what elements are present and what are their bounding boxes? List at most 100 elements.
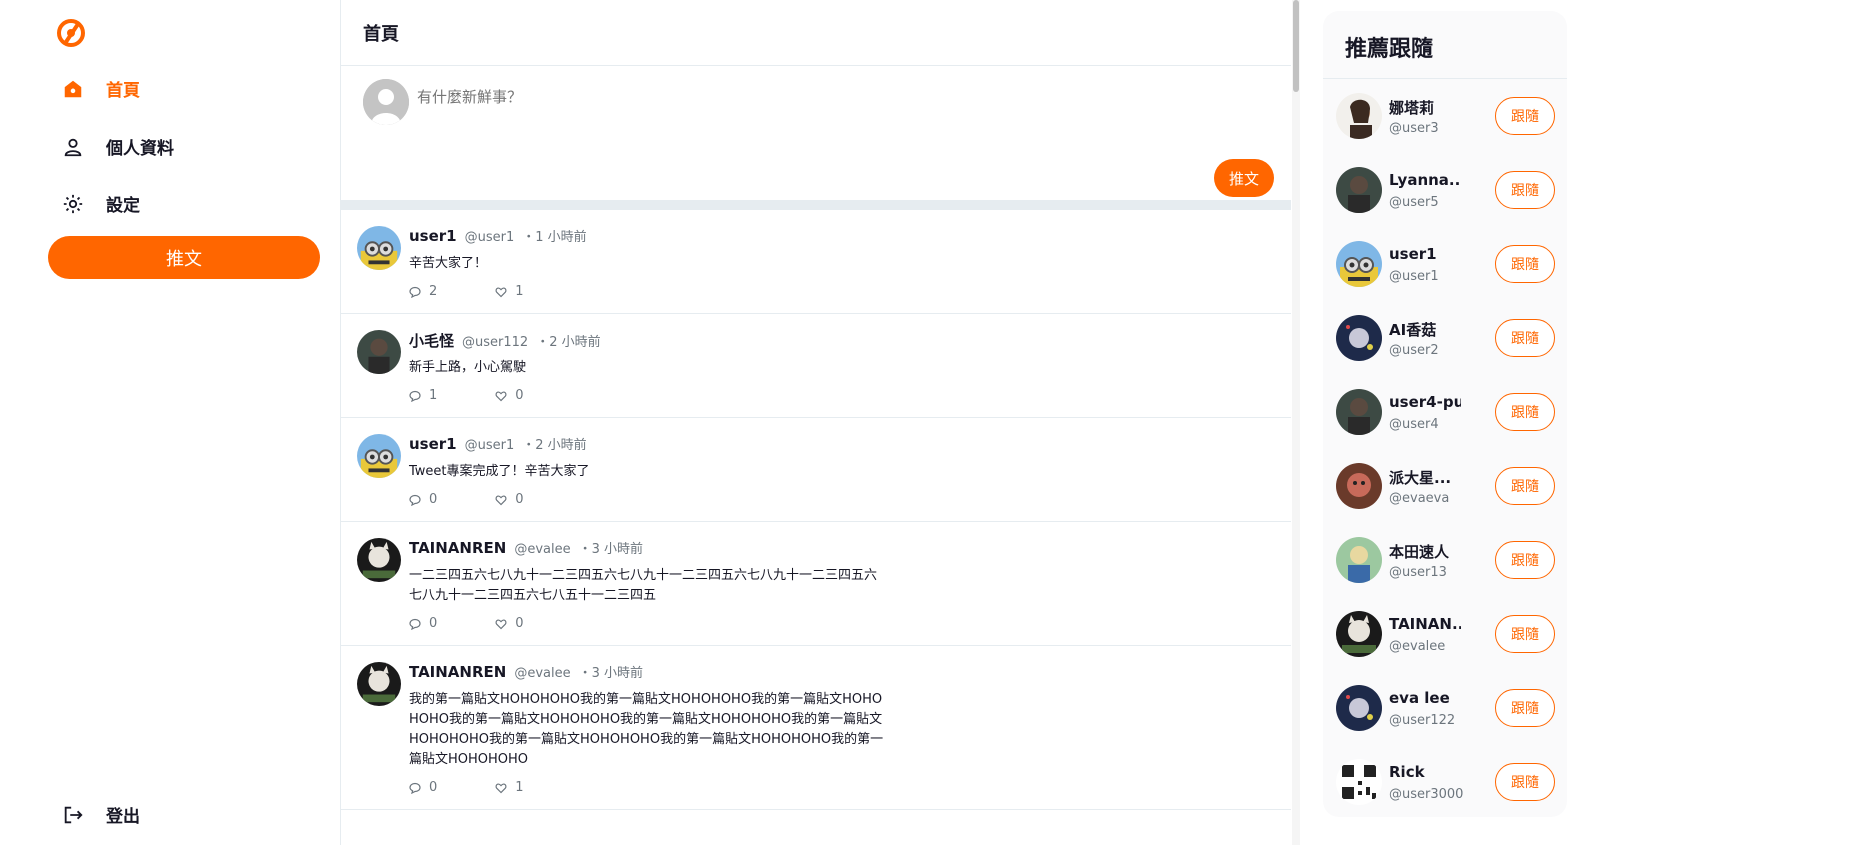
recommend-user-name[interactable]: 派大星... (1389, 467, 1461, 488)
recommend-user-name[interactable]: 本田速人 (1389, 541, 1461, 562)
left-sidebar: 首頁 個人資料 設定 推文 登出 (0, 0, 341, 845)
like-button[interactable]: 0 (495, 388, 524, 403)
follow-button[interactable]: 跟隨 (1495, 689, 1555, 727)
avatar[interactable] (357, 538, 401, 582)
reply-button[interactable]: 0 (409, 780, 437, 795)
follow-button[interactable]: 跟隨 (1495, 467, 1555, 505)
recommend-user-name[interactable]: TAINAN... (1389, 615, 1461, 633)
tweet-author-name[interactable]: user1 (409, 435, 457, 453)
recommend-list: 娜塔莉 @user3 跟隨 Lyanna... @user5 跟隨 user1 … (1323, 79, 1567, 817)
logout-button[interactable]: 登出 (62, 802, 140, 827)
avatar (363, 79, 409, 125)
avatar[interactable] (1336, 315, 1382, 361)
recommend-user-name[interactable]: user4-put (1389, 393, 1461, 411)
compose-input[interactable] (417, 88, 1017, 106)
tweet-time: ・3 小時前 (578, 666, 643, 681)
recommend-user-name[interactable]: eva lee (1389, 689, 1461, 707)
like-count: 0 (515, 616, 524, 631)
avatar[interactable] (357, 662, 401, 706)
sidebar-item-settings[interactable]: 設定 (62, 191, 140, 216)
tweet-text: 辛苦大家了！ (409, 256, 488, 271)
like-button[interactable]: 1 (495, 284, 524, 299)
recommend-user-name[interactable]: 娜塔莉 (1389, 97, 1461, 118)
tweet-item[interactable]: 小毛怪 @user112 ・2 小時前 新手上路，小心駕駛 1 0 (341, 314, 1291, 418)
tweet-handle: @user1 (464, 438, 515, 453)
recommend-panel: 推薦跟隨 娜塔莉 @user3 跟隨 Lyanna... @user5 跟隨 u… (1323, 11, 1567, 817)
sidebar-item-home[interactable]: 首頁 (62, 76, 140, 101)
avatar[interactable] (1336, 611, 1382, 657)
recommend-user-handle: @user4 (1389, 417, 1439, 432)
sidebar-item-profile[interactable]: 個人資料 (62, 134, 174, 159)
tweet-actions: 0 1 (409, 780, 1271, 795)
recommend-user-name[interactable]: AI香菇 (1389, 319, 1461, 340)
recommend-user-handle: @user3 (1389, 121, 1439, 136)
follow-button[interactable]: 跟隨 (1495, 171, 1555, 209)
avatar[interactable] (1336, 93, 1382, 139)
recommend-user-handle: @evaeva (1389, 491, 1450, 506)
tweet-item[interactable]: user1 @user1 ・1 小時前 辛苦大家了！ 2 1 (341, 210, 1291, 314)
avatar[interactable] (1336, 759, 1382, 805)
follow-button[interactable]: 跟隨 (1495, 97, 1555, 135)
recommend-user-handle: @user2 (1389, 343, 1439, 358)
sidebar-item-label: 個人資料 (106, 139, 174, 159)
tweet-header: user1 @user1 ・2 小時前 (409, 434, 1271, 454)
follow-button[interactable]: 跟隨 (1495, 763, 1555, 801)
recommend-item: user4-put @user4 跟隨 (1323, 375, 1567, 449)
tweet-author-name[interactable]: 小毛怪 (409, 330, 454, 351)
reply-count: 0 (429, 492, 438, 507)
avatar[interactable] (1336, 685, 1382, 731)
follow-button[interactable]: 跟隨 (1495, 319, 1555, 357)
tweet-author-name[interactable]: user1 (409, 227, 457, 245)
like-count: 1 (515, 284, 524, 299)
follow-button[interactable]: 跟隨 (1495, 541, 1555, 579)
follow-button[interactable]: 跟隨 (1495, 245, 1555, 283)
recommend-user-name[interactable]: Lyanna... (1389, 171, 1461, 189)
reply-button[interactable]: 0 (409, 492, 437, 507)
avatar[interactable] (357, 434, 401, 478)
avatar[interactable] (1336, 167, 1382, 213)
like-button[interactable]: 0 (495, 492, 524, 507)
avatar[interactable] (357, 330, 401, 374)
logo-icon[interactable] (56, 18, 86, 48)
avatar[interactable] (1336, 389, 1382, 435)
avatar[interactable] (1336, 537, 1382, 583)
heart-icon (495, 286, 507, 298)
tweet-item[interactable]: TAINANREN @evalee ・3 小時前 我的第一篇貼文HOHOHOHO… (341, 646, 1291, 810)
tweet-author-name[interactable]: TAINANREN (409, 663, 506, 681)
follow-button[interactable]: 跟隨 (1495, 615, 1555, 653)
reply-button[interactable]: 1 (409, 388, 437, 403)
avatar[interactable] (357, 226, 401, 270)
recommend-user-handle: @user13 (1389, 565, 1447, 580)
like-count: 0 (515, 492, 524, 507)
reply-icon (409, 618, 421, 630)
tweet-text: Tweet專案完成了！辛苦大家了 (409, 464, 590, 479)
tweet-handle: @user112 (462, 335, 529, 350)
recommend-user-name[interactable]: user1 (1389, 245, 1461, 263)
home-icon (64, 80, 82, 97)
reply-icon (409, 494, 421, 506)
reply-count: 2 (429, 284, 438, 299)
like-button[interactable]: 1 (495, 780, 524, 795)
reply-button[interactable]: 0 (409, 616, 437, 631)
page-title: 首頁 (341, 0, 1291, 66)
recommend-user-name[interactable]: Rick (1389, 763, 1461, 781)
sidebar-tweet-button[interactable]: 推文 (48, 236, 320, 279)
like-button[interactable]: 0 (495, 616, 524, 631)
tweet-handle: @evalee (514, 542, 571, 557)
tweet-item[interactable]: user1 @user1 ・2 小時前 Tweet專案完成了！辛苦大家了 0 0 (341, 418, 1291, 522)
like-count: 0 (515, 388, 524, 403)
avatar[interactable] (1336, 463, 1382, 509)
avatar[interactable] (1336, 241, 1382, 287)
tweet-text: 我的第一篇貼文HOHOHOHO我的第一篇貼文HOHOHOHO我的第一篇貼文HOH… (409, 692, 884, 767)
heart-icon (495, 618, 507, 630)
like-count: 1 (515, 780, 524, 795)
tweet-handle: @evalee (514, 666, 571, 681)
tweet-item[interactable]: TAINANREN @evalee ・3 小時前 一二三四五六七八九十一二三四五… (341, 522, 1291, 646)
scrollbar-thumb[interactable] (1293, 0, 1299, 92)
follow-button[interactable]: 跟隨 (1495, 393, 1555, 431)
reply-button[interactable]: 2 (409, 284, 437, 299)
scrollbar[interactable] (1292, 0, 1300, 845)
tweet-author-name[interactable]: TAINANREN (409, 539, 506, 557)
recommend-user-handle: @user122 (1389, 713, 1456, 728)
compose-tweet-button[interactable]: 推文 (1214, 159, 1274, 197)
